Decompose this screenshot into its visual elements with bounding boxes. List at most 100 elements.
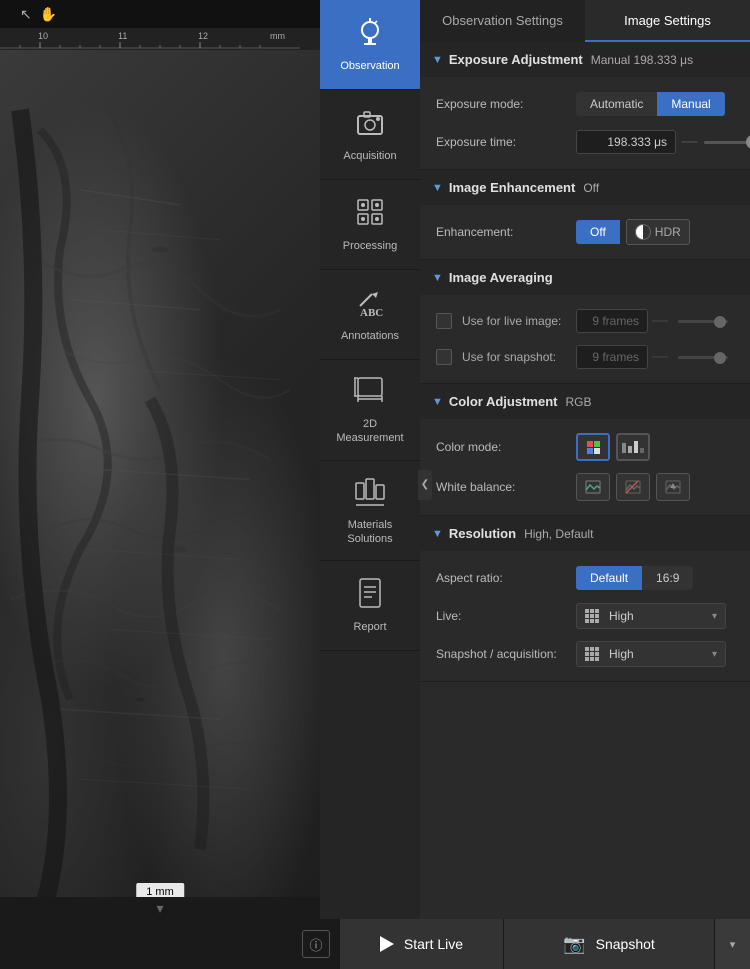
cursor-icon[interactable]: ↖	[20, 6, 32, 23]
resolution-snapshot-label: Snapshot / acquisition:	[436, 647, 576, 661]
averaging-live-row: Use for live image: —	[420, 303, 750, 339]
section-exposure-header[interactable]: ▼ Exposure Adjustment Manual 198.333 μs	[420, 42, 750, 77]
resolution-live-row: Live: High ▾	[420, 597, 750, 635]
averaging-body: Use for live image: — Use for snapshot: …	[420, 295, 750, 383]
enhancement-off-btn[interactable]: Off	[576, 220, 620, 244]
exposure-time-input[interactable]	[576, 130, 676, 154]
start-live-button[interactable]: Start Live	[340, 919, 504, 969]
aspect-16-9-btn[interactable]: 16:9	[642, 566, 693, 590]
sidebar-item-processing[interactable]: Processing	[320, 180, 420, 270]
enhancement-title: Image Enhancement	[449, 180, 575, 195]
enhancement-chevron: ▼	[432, 182, 443, 194]
sidebar-item-acquisition[interactable]: Acquisition	[320, 90, 420, 180]
rgb-grid-icon	[587, 441, 600, 454]
enhancement-subtitle: Off	[583, 181, 599, 195]
section-averaging-header[interactable]: ▼ Image Averaging	[420, 260, 750, 295]
section-color: ▼ Color Adjustment RGB Color mode:	[420, 384, 750, 516]
report-icon	[354, 577, 386, 614]
exposure-manual-btn[interactable]: Manual	[657, 92, 724, 116]
start-live-label: Start Live	[404, 936, 463, 952]
color-mode-label: Color mode:	[436, 440, 576, 454]
resolution-live-dropdown[interactable]: High ▾	[576, 603, 726, 629]
snapshot-section: 📷 Snapshot ▾	[504, 919, 750, 969]
svg-text:11: 11	[118, 31, 127, 41]
resolution-body: Aspect ratio: Default 16:9 Live:	[420, 551, 750, 681]
averaging-live-slider[interactable]	[678, 320, 728, 323]
sidebar-item-annotations[interactable]: ABC Annotations	[320, 270, 420, 360]
averaging-snapshot-value[interactable]	[576, 345, 648, 369]
exposure-body: Exposure mode: Automatic Manual Exposure…	[420, 77, 750, 169]
averaging-live-value[interactable]	[576, 309, 648, 333]
resolution-live-control: High ▾	[576, 603, 734, 629]
snapshot-dropdown-button[interactable]: ▾	[714, 919, 750, 969]
exposure-slider[interactable]	[704, 141, 750, 144]
averaging-snapshot-slider[interactable]	[678, 356, 728, 359]
section-enhancement-header[interactable]: ▼ Image Enhancement Off	[420, 170, 750, 205]
sidebar-item-2d-measurement[interactable]: 2DMeasurement	[320, 360, 420, 461]
section-color-header[interactable]: ▼ Color Adjustment RGB	[420, 384, 750, 419]
snapshot-button[interactable]: 📷 Snapshot	[504, 919, 714, 969]
snapshot-dash: —	[652, 348, 668, 366]
aspect-ratio-label: Aspect ratio:	[436, 571, 576, 585]
exposure-automatic-btn[interactable]: Automatic	[576, 92, 657, 116]
averaging-live-label: Use for live image:	[462, 314, 576, 328]
info-button[interactable]: ⓘ	[302, 930, 330, 958]
resolution-chevron: ▼	[432, 528, 443, 540]
wb-btn-1[interactable]	[576, 473, 610, 501]
sidebar-processing-label: Processing	[343, 239, 397, 253]
color-subtitle: RGB	[565, 395, 591, 409]
play-icon	[380, 936, 394, 952]
panel-content: ▼ Exposure Adjustment Manual 198.333 μs …	[420, 42, 750, 919]
resolution-snapshot-control: High ▾	[576, 641, 734, 667]
enhancement-row: Enhancement: Off HDR	[420, 213, 750, 251]
white-balance-row: White balance:	[420, 467, 750, 507]
sidebar-materials-label: Materials Solutions	[324, 518, 416, 547]
acquisition-icon	[354, 106, 386, 143]
scroll-down-arrow[interactable]: ▾	[0, 897, 320, 919]
sidebar: Observation Acquisition	[320, 0, 420, 969]
sidebar-item-report[interactable]: Report	[320, 561, 420, 651]
aspect-default-btn[interactable]: Default	[576, 566, 642, 590]
enhancement-hdr-btn[interactable]: HDR	[626, 219, 690, 245]
image-area: 1 mm	[0, 50, 320, 919]
resolution-live-value: High	[609, 609, 634, 623]
wb-btn-2[interactable]	[616, 473, 650, 501]
averaging-snapshot-checkbox[interactable]	[436, 349, 452, 365]
resolution-subtitle: High, Default	[524, 527, 593, 541]
snapshot-dropdown-arrow: ▾	[712, 649, 717, 660]
white-balance-label: White balance:	[436, 480, 576, 494]
exposure-chevron: ▼	[432, 54, 443, 66]
color-body: Color mode:	[420, 419, 750, 515]
section-resolution: ▼ Resolution High, Default Aspect ratio:…	[420, 516, 750, 682]
color-mode-gray-btn[interactable]	[616, 433, 650, 461]
tab-image-settings[interactable]: Image Settings	[585, 0, 750, 42]
sidebar-item-materials-solutions[interactable]: Materials Solutions	[320, 461, 420, 562]
main-panel: Observation Settings Image Settings ▼ Ex…	[420, 0, 750, 919]
svg-text:mm: mm	[270, 31, 285, 41]
aspect-ratio-group: Default 16:9	[576, 566, 693, 590]
exposure-time-dash: —	[682, 133, 698, 151]
sidebar-acquisition-label: Acquisition	[343, 149, 396, 163]
exposure-time-control: —	[576, 130, 750, 154]
color-mode-rgb-btn[interactable]	[576, 433, 610, 461]
aspect-ratio-control: Default 16:9	[576, 566, 734, 590]
sidebar-report-label: Report	[353, 620, 386, 634]
wb-btn-3[interactable]	[656, 473, 690, 501]
svg-text:ABC: ABC	[360, 307, 383, 318]
sidebar-collapse-button[interactable]: ❮	[418, 470, 432, 500]
color-mode-row: Color mode:	[420, 427, 750, 467]
hand-icon[interactable]: ✋	[40, 6, 57, 23]
annotations-icon: ABC	[354, 286, 386, 323]
section-resolution-header[interactable]: ▼ Resolution High, Default	[420, 516, 750, 551]
bottom-info: ⓘ	[0, 930, 340, 958]
resolution-snapshot-row: Snapshot / acquisition: High	[420, 635, 750, 673]
tab-observation-settings[interactable]: Observation Settings	[420, 0, 585, 42]
averaging-live-checkbox[interactable]	[436, 313, 452, 329]
color-mode-control	[576, 433, 734, 461]
averaging-chevron: ▼	[432, 272, 443, 284]
resolution-snapshot-dropdown[interactable]: High ▾	[576, 641, 726, 667]
averaging-title: Image Averaging	[449, 270, 553, 285]
info-icon: ⓘ	[309, 935, 322, 954]
sidebar-item-observation[interactable]: Observation	[320, 0, 420, 90]
live-dropdown-arrow: ▾	[712, 611, 717, 622]
